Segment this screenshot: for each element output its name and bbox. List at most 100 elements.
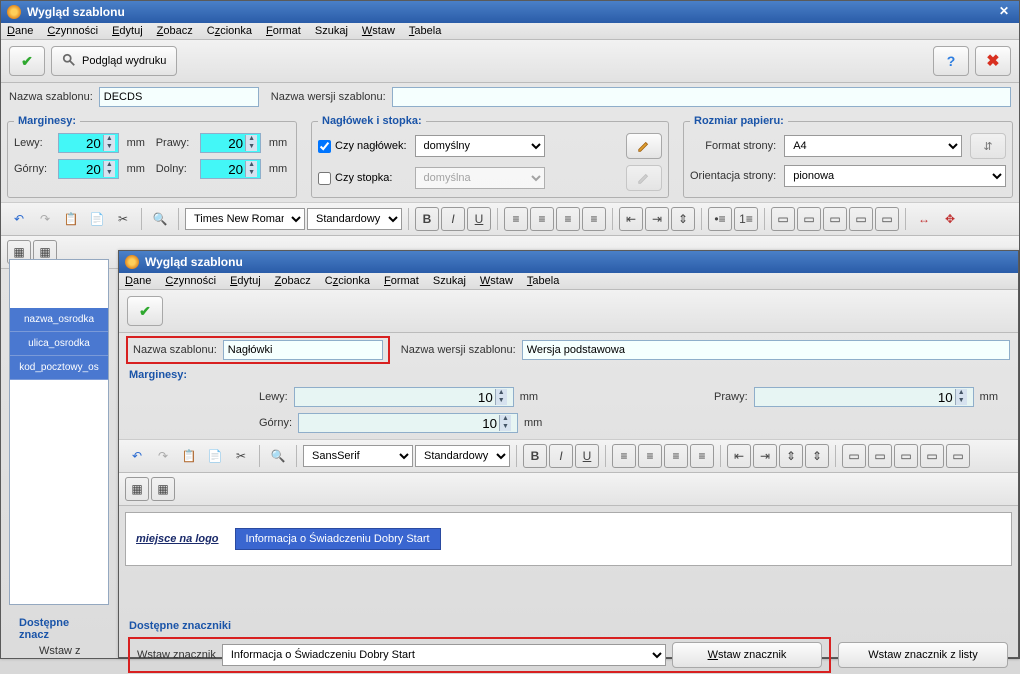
menu-zobacz[interactable]: Zobacz <box>157 25 193 37</box>
sidebar-item[interactable]: ulica_osrodka <box>10 332 108 356</box>
menu-wstaw[interactable]: Wstaw <box>362 25 395 37</box>
font-family-select-2[interactable]: SansSerif <box>303 445 413 467</box>
table-grid-icon[interactable]: ▦ <box>151 477 175 501</box>
linespace-icon[interactable]: ⇕ <box>671 207 695 231</box>
border-2-icon[interactable]: ▭ <box>868 444 892 468</box>
menu-format[interactable]: Format <box>266 25 301 37</box>
paste-icon[interactable]: 📄 <box>203 444 227 468</box>
undo-icon[interactable]: ↶ <box>7 207 31 231</box>
insert-marker-button[interactable]: Wstaw znacznik <box>672 642 822 668</box>
ok-button-2[interactable] <box>127 296 163 326</box>
font-style-select-2[interactable]: Standardowy <box>415 445 510 467</box>
help-button[interactable] <box>933 46 969 76</box>
menu-tabela[interactable]: Tabela <box>527 275 559 287</box>
menu-format[interactable]: Format <box>384 275 419 287</box>
border-2-icon[interactable]: ▭ <box>797 207 821 231</box>
bold-button[interactable]: B <box>415 207 439 231</box>
menu-dane[interactable]: Dane <box>125 275 151 287</box>
right-margin-input[interactable]: ▲▼ <box>200 133 261 153</box>
template-name-input-2[interactable] <box>223 340 383 360</box>
header-edit-button[interactable] <box>626 133 662 159</box>
table-insert-icon[interactable]: ▦ <box>125 477 149 501</box>
menu-czcionka[interactable]: Czcionka <box>207 25 252 37</box>
border-1-icon[interactable]: ▭ <box>842 444 866 468</box>
menu-szukaj[interactable]: Szukaj <box>315 25 348 37</box>
list-bullet-icon[interactable]: •≡ <box>708 207 732 231</box>
menu-edytuj[interactable]: Edytuj <box>112 25 143 37</box>
align-center-icon[interactable]: ≡ <box>530 207 554 231</box>
top-margin-input[interactable]: ▲▼ <box>58 159 119 179</box>
zoom-icon[interactable]: 🔍 <box>148 207 172 231</box>
zoom-icon[interactable]: 🔍 <box>266 444 290 468</box>
border-4-icon[interactable]: ▭ <box>920 444 944 468</box>
bottom-margin-input[interactable]: ▲▼ <box>200 159 261 179</box>
footer-checkbox[interactable]: Czy stopka: <box>318 172 407 185</box>
insert-marker-select[interactable]: Informacja o Świadczeniu Dobry Start <box>222 644 666 666</box>
menu-wstaw[interactable]: Wstaw <box>480 275 513 287</box>
menu-zobacz[interactable]: Zobacz <box>275 275 311 287</box>
align-left-icon[interactable]: ≡ <box>612 444 636 468</box>
menu-dane[interactable]: Dane <box>7 25 33 37</box>
copy-icon[interactable]: 📋 <box>177 444 201 468</box>
left-margin-input[interactable]: ▲▼ <box>58 133 119 153</box>
linespace-icon[interactable]: ⇕ <box>779 444 803 468</box>
align-justify-icon[interactable]: ≡ <box>582 207 606 231</box>
info-marker-chip[interactable]: Informacja o Świadczeniu Dobry Start <box>235 528 441 550</box>
paste-icon[interactable]: 📄 <box>85 207 109 231</box>
orient-select[interactable]: pionowa <box>784 165 1006 187</box>
align-right-icon[interactable]: ≡ <box>664 444 688 468</box>
underline-button[interactable]: U <box>575 444 599 468</box>
redo-icon[interactable]: ↷ <box>33 207 57 231</box>
sidebar-item[interactable]: kod_pocztowy_os <box>10 356 108 380</box>
menu-czynnosci[interactable]: Czynności <box>165 275 216 287</box>
ok-button[interactable] <box>9 46 45 76</box>
version-input[interactable] <box>392 87 1011 107</box>
indent-inc-icon[interactable]: ⇥ <box>645 207 669 231</box>
copy-icon[interactable]: 📋 <box>59 207 83 231</box>
bold-button[interactable]: B <box>523 444 547 468</box>
menu-czynnosci[interactable]: Czynności <box>47 25 98 37</box>
align-left-icon[interactable]: ≡ <box>504 207 528 231</box>
linespace2-icon[interactable]: ⇕ <box>805 444 829 468</box>
border-1-icon[interactable]: ▭ <box>771 207 795 231</box>
menu-czcionka[interactable]: Czcionka <box>325 275 370 287</box>
indent-inc-icon[interactable]: ⇥ <box>753 444 777 468</box>
preview-button[interactable]: Podgląd wydruku <box>51 46 177 76</box>
editor-content[interactable]: miejsce na logo Informacja o Świadczeniu… <box>125 512 1012 566</box>
cut-icon[interactable]: ✂ <box>111 207 135 231</box>
undo-icon[interactable]: ↶ <box>125 444 149 468</box>
cut-icon[interactable]: ✂ <box>229 444 253 468</box>
header-select[interactable]: domyślny <box>415 135 545 157</box>
sidebar-item[interactable]: nazwa_osrodka <box>10 308 108 332</box>
italic-button[interactable]: I <box>549 444 573 468</box>
format-select[interactable]: A4 <box>784 135 962 157</box>
border-3-icon[interactable]: ▭ <box>823 207 847 231</box>
close-icon[interactable]: ✕ <box>995 4 1013 20</box>
indent-dec-icon[interactable]: ⇤ <box>727 444 751 468</box>
menu-edytuj[interactable]: Edytuj <box>230 275 261 287</box>
align-right-icon[interactable]: ≡ <box>556 207 580 231</box>
border-5-icon[interactable]: ▭ <box>875 207 899 231</box>
underline-button[interactable]: U <box>467 207 491 231</box>
menu-szukaj[interactable]: Szukaj <box>433 275 466 287</box>
align-center-icon[interactable]: ≡ <box>638 444 662 468</box>
italic-button[interactable]: I <box>441 207 465 231</box>
border-4-icon[interactable]: ▭ <box>849 207 873 231</box>
left-margin-input-2[interactable]: ▲▼ <box>294 387 514 407</box>
indent-dec-icon[interactable]: ⇤ <box>619 207 643 231</box>
right-margin-input-2[interactable]: ▲▼ <box>754 387 974 407</box>
redo-icon[interactable]: ↷ <box>151 444 175 468</box>
cancel-button[interactable]: ✖ <box>975 46 1011 76</box>
top-margin-input-2[interactable]: ▲▼ <box>298 413 518 433</box>
list-number-icon[interactable]: 1≡ <box>734 207 758 231</box>
template-name-input[interactable] <box>99 87 259 107</box>
font-family-select[interactable]: Times New Roman <box>185 208 305 230</box>
fit-all-icon[interactable]: ✥ <box>938 207 962 231</box>
version-input-2[interactable] <box>522 340 1010 360</box>
font-style-select[interactable]: Standardowy <box>307 208 402 230</box>
insert-marker-from-list-button[interactable]: Wstaw znacznik z listy <box>838 642 1008 668</box>
border-3-icon[interactable]: ▭ <box>894 444 918 468</box>
align-justify-icon[interactable]: ≡ <box>690 444 714 468</box>
menu-tabela[interactable]: Tabela <box>409 25 441 37</box>
header-checkbox[interactable]: Czy nagłówek: <box>318 140 407 153</box>
